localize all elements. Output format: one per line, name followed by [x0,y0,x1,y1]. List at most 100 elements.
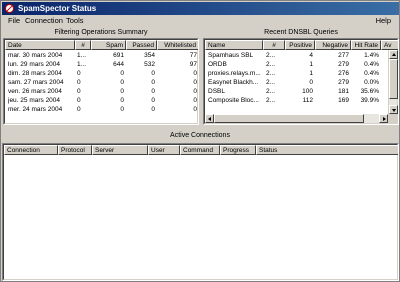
active-connections-title: Active Connections [170,132,230,139]
col-header-spam[interactable]: Spam [91,40,126,50]
table-cell[interactable]: Composite Bloc... [208,96,263,105]
table-cell[interactable]: ven. 26 mars 2004 [8,87,74,96]
table-cell: 354 [144,52,155,59]
table-cell: 0 [120,79,124,86]
table-cell: 0 [77,79,81,86]
table-cell: 0 [193,70,197,77]
active-connections-list[interactable]: Connection Protocol Server User Command … [2,143,399,281]
menu-tools[interactable]: Tools [64,15,86,27]
table-cell: 4 [309,52,313,59]
table-cell: 276 [338,70,349,77]
col-header-whitelisted[interactable]: Whitelisted [157,40,198,50]
table-cell: 0 [120,88,124,95]
dnsbl-vertical-scrollbar[interactable] [388,50,398,114]
table-cell[interactable]: mer. 24 mars 2004 [8,105,74,114]
table-cell: 0.0% [364,79,379,86]
scroll-thumb[interactable] [389,59,398,99]
table-cell: 77 [189,52,197,59]
table-cell: 0.4% [364,61,379,68]
table-cell: 0 [120,97,124,104]
table-cell: 2... [266,61,276,68]
col-header-connection[interactable]: Connection [4,145,58,155]
table-cell: 1 [309,61,313,68]
window-title: SpamSpector Status [18,4,97,13]
dnsbl-queries-list[interactable]: Name # Positive Negative Hit Rate Av Spa… [203,38,399,125]
table-cell: 0 [120,106,124,113]
col-header-protocol[interactable]: Protocol [58,145,92,155]
col-header-status[interactable]: Status [256,145,398,155]
table-cell: 169 [338,97,349,104]
menu-help[interactable]: Help [374,15,393,27]
table-cell: 0 [151,79,155,86]
panel-splitter[interactable] [2,126,399,129]
table-cell: 277 [338,52,349,59]
table-cell: 0 [309,79,313,86]
table-cell: 35.6% [360,88,379,95]
table-cell: 0 [77,88,81,95]
table-cell: 0 [120,70,124,77]
dnsbl-list-body: Name # Positive Negative Hit Rate Av Spa… [204,39,398,124]
col-header-count[interactable]: # [75,40,91,50]
dnsbl-horizontal-scrollbar[interactable] [205,114,388,123]
col-header-av[interactable]: Av [381,40,398,50]
col-header-name[interactable]: Name [205,40,263,50]
table-cell: 112 [302,97,313,104]
table-cell: 0 [77,70,81,77]
table-cell: 1.4% [364,52,379,59]
table-cell: 0 [151,97,155,104]
col-header-date[interactable]: Date [5,40,75,50]
table-cell: 532 [144,61,155,68]
col-header-count[interactable]: # [263,40,285,50]
col-header-passed[interactable]: Passed [126,40,157,50]
table-cell: 0 [193,79,197,86]
table-cell: 644 [113,61,124,68]
scroll-right-button[interactable] [379,114,388,123]
table-cell: 1... [77,52,87,59]
table-cell[interactable]: lun. 29 mars 2004 [8,60,74,69]
table-cell: 2... [266,88,276,95]
table-cell[interactable]: Spamhaus SBL [208,51,263,60]
col-header-command[interactable]: Command [180,145,220,155]
table-cell: 2... [266,70,276,77]
title-bar[interactable]: SpamSpector Status [2,2,399,15]
table-cell[interactable]: mar. 30 mars 2004 [8,51,74,60]
col-header-server[interactable]: Server [92,145,148,155]
scroll-left-button[interactable] [205,114,214,123]
table-cell[interactable]: ORDB [208,60,263,69]
table-cell: 0 [151,70,155,77]
table-cell: 1... [77,61,87,68]
table-cell: 0 [193,97,197,104]
table-cell: 100 [302,88,313,95]
table-cell[interactable]: jeu. 25 mars 2004 [8,96,74,105]
table-cell: 279 [338,61,349,68]
scroll-down-button[interactable] [389,105,398,114]
table-cell: 97 [189,61,197,68]
col-header-hit-rate[interactable]: Hit Rate [351,40,381,50]
scrollbar-corner [388,114,397,123]
table-cell: 1 [309,70,313,77]
table-cell[interactable]: sam. 27 mars 2004 [8,78,74,87]
filtering-summary-list[interactable]: Date # Spam Passed Whitelisted mar. 30 m… [3,38,199,125]
menu-file[interactable]: File [6,15,22,27]
col-header-user[interactable]: User [148,145,180,155]
table-cell: 39.9% [360,97,379,104]
col-header-negative[interactable]: Negative [315,40,351,50]
scroll-thumb[interactable] [214,114,364,123]
arrow-left-icon [208,117,211,121]
table-cell: 691 [113,52,124,59]
table-cell[interactable]: dim. 28 mars 2004 [8,69,74,78]
table-cell: 181 [338,88,349,95]
menu-connection[interactable]: Connection [23,15,65,27]
col-header-progress[interactable]: Progress [220,145,256,155]
table-cell[interactable]: proxies.relays.m... [208,69,263,78]
spamspector-status-window: SpamSpector Status File Connection Tools… [0,0,400,282]
table-cell[interactable]: DSBL [208,87,263,96]
scroll-up-button[interactable] [389,50,398,59]
arrow-down-icon [392,109,396,112]
col-header-positive[interactable]: Positive [285,40,315,50]
app-icon[interactable] [5,4,14,13]
table-cell: 0.4% [364,70,379,77]
table-cell: 0 [151,88,155,95]
table-cell[interactable]: Easynet Blackh... [208,78,263,87]
connections-list-body: Connection Protocol Server User Command … [3,144,398,280]
